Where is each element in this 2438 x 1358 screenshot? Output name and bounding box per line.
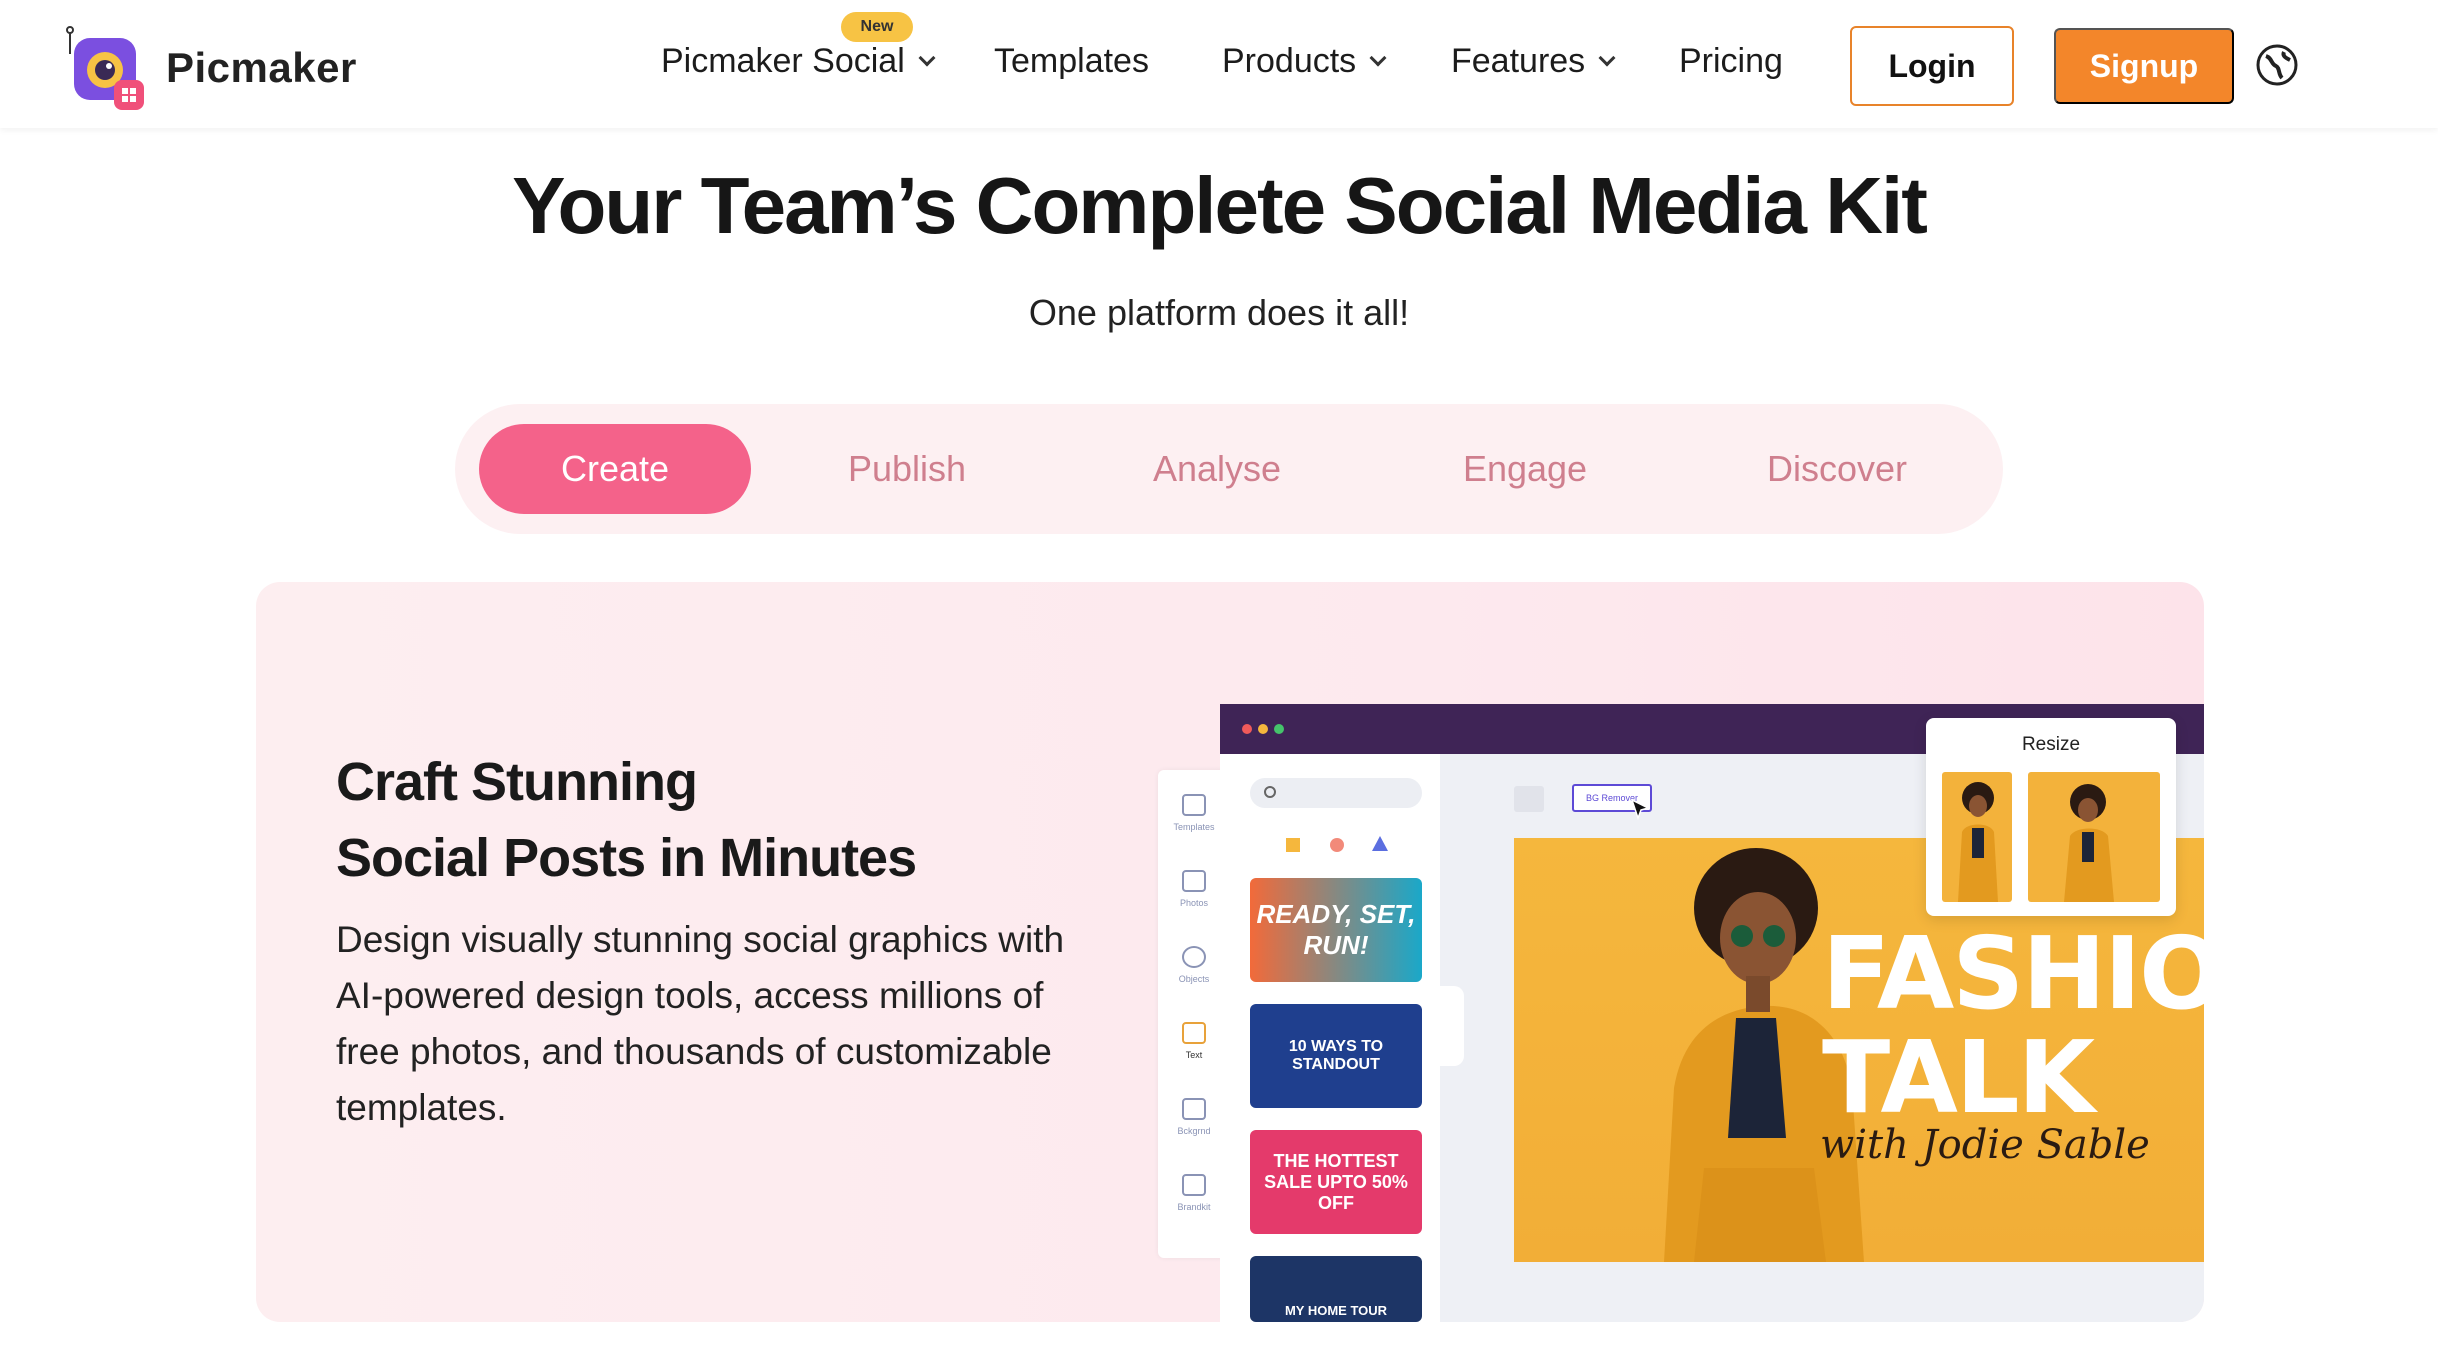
- canvas-signature: with Jodie Sable: [1820, 1122, 2150, 1168]
- templates-icon: [1182, 794, 1206, 816]
- chevron-down-icon: [1598, 49, 1616, 66]
- objects-icon: [1182, 946, 1206, 968]
- tab-discover[interactable]: Discover: [1687, 424, 1987, 514]
- page-title: Your Team’s Complete Social Media Kit: [512, 161, 1928, 250]
- sidebar-label: Bckgrnd: [1177, 1126, 1211, 1136]
- canvas-heading-line1: FASHION: [1822, 915, 2204, 1032]
- canvas-heading-line2: TALK: [1822, 1019, 2095, 1136]
- nav-pricing-label: Pricing: [1679, 42, 1783, 80]
- cursor-icon: [1630, 798, 1651, 821]
- tab-publish[interactable]: Publish: [771, 424, 1043, 514]
- site-header: Picmaker New Picmaker Social Templates P…: [0, 0, 2438, 128]
- nav-picmaker-social-label: Picmaker Social: [661, 42, 905, 80]
- templates-panel: READY, SET, RUN! 10 WAYS TO STANDOUT THE…: [1220, 754, 1440, 1322]
- feature-card: Craft Stunning Social Posts in Minutes D…: [256, 582, 2204, 1322]
- globe-icon[interactable]: [2256, 44, 2298, 86]
- feature-title: Craft Stunning Social Posts in Minutes: [336, 744, 917, 896]
- nav-features-label: Features: [1451, 42, 1586, 80]
- feature-title-line1: Craft Stunning: [336, 752, 698, 812]
- resize-preview-portrait: [1942, 772, 2012, 902]
- feature-tabs: Create Publish Analyse Engage Discover: [455, 404, 2003, 534]
- triangle-shape-icon: [1372, 836, 1388, 851]
- square-shape-icon: [1286, 838, 1300, 852]
- search-icon: [1264, 786, 1276, 798]
- window-maximize-dot: [1274, 724, 1284, 734]
- toolbar-placeholder: [1514, 786, 1544, 812]
- window-close-dot: [1242, 724, 1252, 734]
- sidebar-label: Objects: [1178, 974, 1210, 984]
- brandkit-icon: [1182, 1174, 1206, 1196]
- nav-products[interactable]: Products: [1222, 42, 1387, 81]
- panel-collapse-handle: [1440, 986, 1464, 1066]
- sidebar-label: Text: [1185, 1050, 1203, 1060]
- sidebar-label: Templates: [1173, 822, 1215, 832]
- brand-name: Picmaker: [166, 44, 357, 91]
- circle-shape-icon: [1330, 838, 1344, 852]
- nav-picmaker-social[interactable]: Picmaker Social: [661, 42, 936, 81]
- resize-preview-landscape: [2028, 772, 2160, 902]
- template-thumb-sale: THE HOTTEST SALE UPTO 50% OFF: [1250, 1130, 1422, 1234]
- photos-icon: [1182, 870, 1206, 892]
- template-thumb-hometour: MY HOME TOUR: [1250, 1256, 1422, 1322]
- canvas-heading: FASHION TALK: [1822, 922, 2204, 1130]
- nav-features[interactable]: Features: [1451, 42, 1616, 81]
- resize-title: Resize: [2021, 734, 2081, 755]
- signup-button[interactable]: Signup: [2054, 28, 2234, 104]
- new-badge: New: [841, 12, 913, 42]
- text-icon: [1182, 1022, 1206, 1044]
- picmaker-logo[interactable]: Picmaker: [64, 24, 357, 112]
- tab-engage[interactable]: Engage: [1375, 424, 1675, 514]
- window-minimize-dot: [1258, 724, 1268, 734]
- resize-popover: Resize: [1926, 718, 2176, 916]
- panel-search: [1250, 778, 1422, 808]
- login-button[interactable]: Login: [1850, 26, 2014, 106]
- sidebar-label: Brandkit: [1177, 1202, 1211, 1212]
- chevron-down-icon: [918, 49, 936, 66]
- feature-title-line2: Social Posts in Minutes: [336, 828, 917, 888]
- tab-analyse[interactable]: Analyse: [1067, 424, 1367, 514]
- nav-pricing[interactable]: Pricing: [1679, 42, 1783, 81]
- picmaker-logo-icon: [64, 24, 152, 112]
- template-thumb-run: READY, SET, RUN!: [1250, 878, 1422, 982]
- page-subtitle: One platform does it all!: [1028, 292, 1410, 333]
- chevron-down-icon: [1369, 49, 1387, 66]
- sidebar-label: Photos: [1179, 898, 1209, 908]
- template-thumb-ways: 10 WAYS TO STANDOUT: [1250, 1004, 1422, 1108]
- nav-products-label: Products: [1222, 42, 1357, 80]
- nav-templates[interactable]: Templates: [994, 42, 1149, 81]
- nav-templates-label: Templates: [994, 42, 1149, 80]
- background-icon: [1182, 1098, 1206, 1120]
- feature-description: Design visually stunning social graphics…: [336, 919, 1065, 1128]
- tab-create[interactable]: Create: [479, 424, 751, 514]
